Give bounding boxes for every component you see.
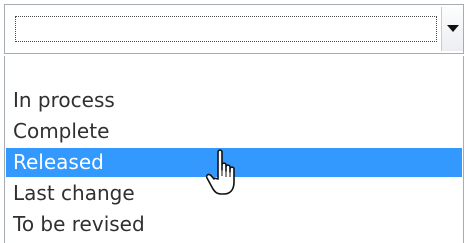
list-item-complete[interactable]: Complete (6, 117, 462, 146)
list-item-to-be-revised[interactable]: To be revised (6, 210, 462, 239)
list-item-in-process[interactable]: In process (6, 86, 462, 115)
list-item-empty[interactable] (6, 56, 462, 85)
hand-pointer-icon (206, 149, 235, 195)
status-combobox-field[interactable] (15, 16, 437, 42)
chevron-down-icon (447, 25, 459, 32)
dropdown-button[interactable] (441, 7, 463, 51)
status-combobox[interactable] (4, 4, 464, 54)
